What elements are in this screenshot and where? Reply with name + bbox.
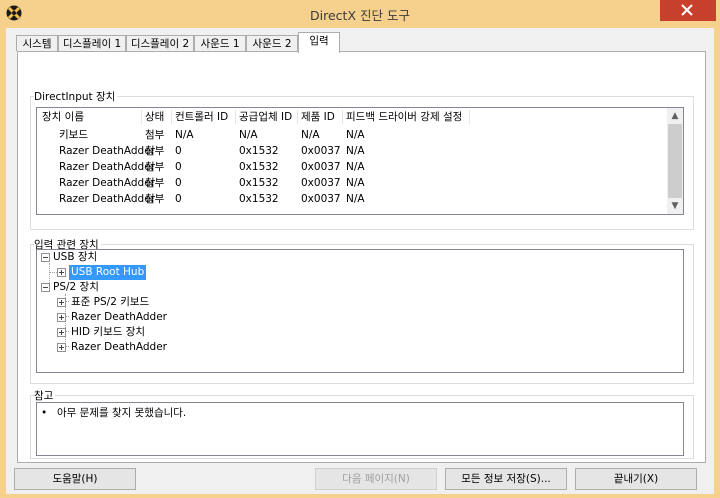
tab-system[interactable]: 시스템: [16, 35, 58, 51]
close-icon: [681, 4, 693, 16]
column-header-product-id[interactable]: 제품 ID: [301, 108, 335, 126]
tree-node-label: PS/2 장치: [53, 281, 99, 293]
column-separator: [235, 110, 236, 124]
cell-vendor-id: 0x1532: [239, 177, 279, 189]
next-page-button[interactable]: 다음 페이지(N): [315, 468, 437, 490]
tab-sound-2[interactable]: 사운드 2: [246, 35, 298, 51]
cell-product-id: N/A: [301, 129, 320, 141]
cell-device-name: Razer DeathAdder: [59, 193, 155, 205]
tree-node-label: Razer DeathAdder: [71, 311, 167, 323]
cell-vendor-id: 0x1532: [239, 161, 279, 173]
column-header-vendor-id[interactable]: 공급업체 ID: [239, 108, 292, 126]
cell-force-feedback: N/A: [346, 177, 365, 189]
tree-node-label: 표준 PS/2 키보드: [71, 296, 150, 308]
help-button[interactable]: 도움말(H): [14, 468, 136, 490]
collapse-icon[interactable]: [41, 253, 50, 262]
window-title: DirectX 진단 도구: [310, 8, 410, 23]
tab-display-1[interactable]: 디스플레이 1: [58, 35, 126, 51]
cell-vendor-id: 0x1532: [239, 145, 279, 157]
directinput-group-title: DirectInput 장치: [34, 89, 118, 104]
expand-icon[interactable]: [57, 313, 66, 322]
scroll-thumb[interactable]: [668, 124, 682, 198]
cell-vendor-id: 0x1532: [239, 193, 279, 205]
tree-node-label: Razer DeathAdder: [71, 341, 167, 353]
cell-status: 첨부: [145, 129, 165, 141]
cell-status: 첨부: [145, 161, 165, 173]
window-frame-right: [714, 28, 720, 498]
notes-box[interactable]: • 아무 문제를 찾지 못했습니다.: [36, 402, 684, 456]
cell-controller-id: 0: [175, 145, 182, 157]
tree-node-label: HID 키보드 장치: [71, 326, 146, 338]
column-separator: [171, 110, 172, 124]
column-separator: [342, 110, 343, 124]
tree-node-label: USB 장치: [53, 251, 98, 263]
cell-device-name: Razer DeathAdder: [59, 177, 155, 189]
cell-status: 첨부: [145, 193, 165, 205]
notes-group-title: 참고: [34, 388, 56, 403]
tab-display-2[interactable]: 디스플레이 2: [126, 35, 194, 51]
cell-controller-id: N/A: [175, 129, 194, 141]
scroll-down-arrow-icon[interactable]: ▼: [667, 198, 683, 214]
title-bar: DirectX 진단 도구: [0, 0, 720, 28]
cell-force-feedback: N/A: [346, 193, 365, 205]
column-separator: [297, 110, 298, 124]
expand-icon[interactable]: [57, 298, 66, 307]
exit-button[interactable]: 끝내기(X): [575, 468, 697, 490]
input-device-tree[interactable]: USB 장치 USB Root Hub PS/2 장치 표준 PS/2 키보드 …: [36, 249, 684, 373]
note-text: 아무 문제를 찾지 못했습니다.: [57, 407, 187, 419]
cell-product-id: 0x0037: [301, 145, 341, 157]
expand-icon[interactable]: [57, 268, 66, 277]
cell-force-feedback: N/A: [346, 145, 365, 157]
column-separator: [469, 110, 470, 124]
cell-vendor-id: N/A: [239, 129, 258, 141]
cell-status: 첨부: [145, 177, 165, 189]
tab-input[interactable]: 입력: [298, 32, 340, 53]
scroll-up-arrow-icon[interactable]: ▲: [667, 108, 683, 124]
cell-force-feedback: N/A: [346, 161, 365, 173]
save-all-info-button[interactable]: 모든 정보 저장(S)...: [445, 468, 567, 490]
cell-force-feedback: N/A: [346, 129, 365, 141]
cell-device-name: Razer DeathAdder: [59, 161, 155, 173]
cell-status: 첨부: [145, 145, 165, 157]
expand-icon[interactable]: [57, 328, 66, 337]
vertical-scrollbar[interactable]: ▲ ▼: [667, 108, 683, 214]
cell-controller-id: 0: [175, 177, 182, 189]
column-header-status[interactable]: 상태: [145, 108, 164, 126]
input-tab-panel: DirectInput 장치 장치 이름 상태 컨트롤러 ID 공급업체 ID …: [17, 51, 706, 463]
window-frame-bottom: [0, 494, 720, 498]
column-header-controller-id[interactable]: 컨트롤러 ID: [175, 108, 228, 126]
client-area: 시스템 디스플레이 1 디스플레이 2 사운드 1 사운드 2 입력 Direc…: [6, 28, 714, 494]
close-button[interactable]: [660, 0, 716, 21]
expand-icon[interactable]: [57, 343, 66, 352]
directinput-device-list[interactable]: 장치 이름 상태 컨트롤러 ID 공급업체 ID 제품 ID 피드백 드라이버 …: [36, 107, 684, 215]
tab-sound-1[interactable]: 사운드 1: [194, 35, 246, 51]
cell-device-name: 키보드: [59, 129, 88, 141]
cell-product-id: 0x0037: [301, 161, 341, 173]
column-header-device-name[interactable]: 장치 이름: [42, 108, 84, 126]
column-separator: [141, 110, 142, 124]
column-header-force-feedback[interactable]: 피드백 드라이버 강제 설정: [346, 108, 462, 126]
cell-device-name: Razer DeathAdder: [59, 145, 155, 157]
cell-product-id: 0x0037: [301, 177, 341, 189]
bullet-icon: •: [41, 407, 48, 419]
cell-product-id: 0x0037: [301, 193, 341, 205]
cell-controller-id: 0: [175, 161, 182, 173]
collapse-icon[interactable]: [41, 283, 50, 292]
tree-node-label: USB Root Hub: [69, 265, 147, 280]
cell-controller-id: 0: [175, 193, 182, 205]
